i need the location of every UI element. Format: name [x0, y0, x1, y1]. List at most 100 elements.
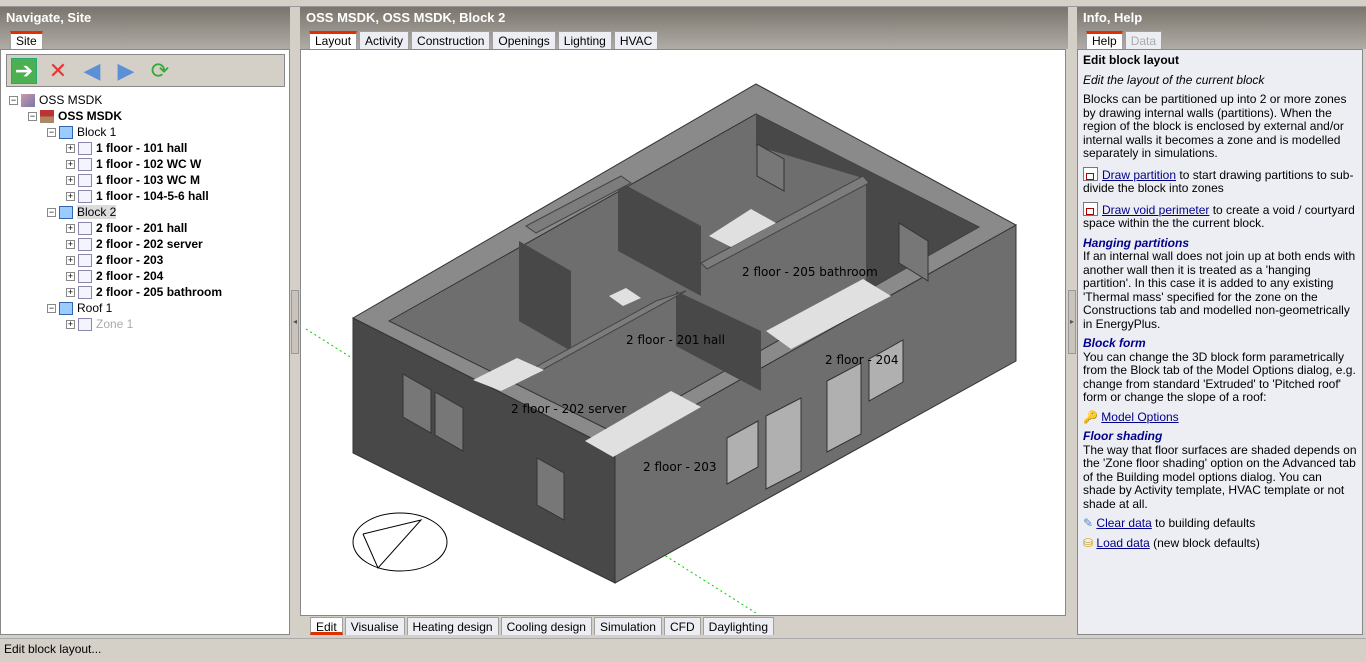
- zone-label[interactable]: 2 floor - 205 bathroom: [742, 265, 878, 279]
- expand-toggle[interactable]: +: [66, 271, 75, 281]
- info-panel-header: Info, Help Help Data: [1077, 7, 1366, 49]
- zone-icon: [78, 285, 92, 299]
- 3d-view[interactable]: 2 floor - 205 bathroom 2 floor - 201 hal…: [300, 49, 1066, 616]
- tree-node[interactable]: − OSS MSDK: [9, 92, 222, 108]
- zone-label[interactable]: 2 floor - 201 hall: [626, 333, 725, 347]
- tab-heating-design[interactable]: Heating design: [406, 617, 499, 635]
- tree-node[interactable]: +1 floor - 103 WC M: [9, 172, 222, 188]
- tab-cfd[interactable]: CFD: [663, 617, 701, 635]
- draw-void-icon: [1083, 201, 1098, 216]
- load-data-link[interactable]: Load data: [1096, 536, 1149, 550]
- load-data-icon: ⛁: [1083, 535, 1094, 550]
- draw-void-link[interactable]: Draw void perimeter: [1102, 203, 1209, 217]
- tree-node-label: 2 floor - 204: [96, 269, 164, 283]
- hanging-heading: Hanging partitions: [1083, 235, 1189, 250]
- expand-toggle[interactable]: +: [66, 159, 75, 169]
- tree-node[interactable]: +1 floor - 104-5-6 hall: [9, 188, 222, 204]
- tree-node[interactable]: − Block 2: [9, 204, 222, 220]
- expand-toggle[interactable]: −: [47, 127, 56, 137]
- tab-cooling-design[interactable]: Cooling design: [500, 617, 592, 635]
- expand-toggle[interactable]: +: [66, 239, 75, 249]
- expand-toggle[interactable]: +: [66, 287, 75, 297]
- zone-icon: [78, 253, 92, 267]
- tree-node[interactable]: +2 floor - 204: [9, 268, 222, 284]
- tab-site[interactable]: Site: [10, 31, 43, 49]
- tree-node[interactable]: +1 floor - 101 hall: [9, 140, 222, 156]
- tree-node[interactable]: + Zone 1: [9, 316, 222, 332]
- collapse-left-handle[interactable]: ◂: [291, 290, 299, 354]
- tree-node[interactable]: +2 floor - 201 hall: [9, 220, 222, 236]
- tab-data[interactable]: Data: [1124, 31, 1163, 49]
- zone-label[interactable]: 2 floor - 204: [825, 353, 899, 367]
- tree-node-label: 1 floor - 101 hall: [96, 141, 188, 155]
- clear-data-link[interactable]: Clear data: [1096, 516, 1151, 530]
- expand-toggle[interactable]: −: [47, 303, 56, 313]
- expand-toggle[interactable]: +: [66, 255, 75, 265]
- forward-arrow-icon[interactable]: ▶: [113, 58, 139, 84]
- key-icon: 🔑: [1083, 409, 1098, 424]
- tree-node[interactable]: − Roof 1: [9, 300, 222, 316]
- bottom-tabs: Edit Visualise Heating design Cooling desig…: [310, 617, 775, 635]
- tree-node[interactable]: +2 floor - 203: [9, 252, 222, 268]
- hanging-text: If an internal wall does not join up at …: [1083, 249, 1356, 331]
- tree-node-label: 1 floor - 104-5-6 hall: [96, 189, 209, 203]
- collapse-right-handle[interactable]: ▸: [1068, 290, 1076, 354]
- tree-node-label: Roof 1: [77, 301, 113, 315]
- zone-label[interactable]: 2 floor - 202 server: [511, 402, 626, 416]
- refresh-icon[interactable]: ⟳: [147, 58, 173, 84]
- site-icon: [21, 93, 35, 107]
- floor-heading: Floor shading: [1083, 429, 1163, 443]
- expand-toggle[interactable]: −: [28, 111, 37, 121]
- panel-title: OSS MSDK, OSS MSDK, Block 2: [306, 10, 506, 25]
- center-panel-header: OSS MSDK, OSS MSDK, Block 2 Layout Activi…: [300, 7, 1068, 49]
- zone-icon: [78, 173, 92, 187]
- block-icon: [59, 301, 73, 315]
- zone-icon: [78, 141, 92, 155]
- tree-node[interactable]: +1 floor - 102 WC W: [9, 156, 222, 172]
- help-panel: Edit block layout Edit the layout of the…: [1077, 49, 1363, 635]
- tab-edit[interactable]: Edit: [310, 617, 343, 635]
- tab-help[interactable]: Help: [1086, 31, 1123, 49]
- blockform-text: You can change the 3D block form paramet…: [1083, 349, 1356, 404]
- blockform-heading: Block form: [1083, 336, 1146, 350]
- compass-needle: [362, 519, 423, 569]
- tree-node-label: 2 floor - 201 hall: [96, 221, 188, 235]
- status-text: Edit block layout...: [4, 642, 102, 656]
- expand-toggle[interactable]: −: [9, 95, 18, 105]
- back-arrow-icon[interactable]: ◀: [79, 58, 105, 84]
- tree-node-label: Zone 1: [96, 317, 134, 331]
- tab-construction[interactable]: Construction: [411, 31, 491, 49]
- panel-title: Navigate, Site: [6, 10, 92, 25]
- tree-node[interactable]: +2 floor - 202 server: [9, 236, 222, 252]
- expand-toggle[interactable]: −: [47, 207, 56, 217]
- site-tree: − OSS MSDK − OSS MSDK − Block 1 +1 floor - 101…: [9, 92, 222, 332]
- tab-activity[interactable]: Activity: [359, 31, 410, 49]
- expand-toggle[interactable]: +: [66, 319, 75, 329]
- tab-hvac[interactable]: HVAC: [613, 31, 659, 49]
- expand-toggle[interactable]: +: [66, 175, 75, 185]
- draw-partition-link[interactable]: Draw partition: [1102, 168, 1176, 182]
- compass-icon: [352, 512, 448, 572]
- model-options-link[interactable]: Model Options: [1101, 410, 1178, 424]
- tree-node[interactable]: − OSS MSDK: [9, 108, 222, 124]
- expand-toggle[interactable]: +: [66, 223, 75, 233]
- navigate-panel-header: Navigate, Site Site: [0, 7, 290, 49]
- expand-toggle[interactable]: +: [66, 143, 75, 153]
- tab-openings[interactable]: Openings: [492, 31, 556, 49]
- tree-node-label: 2 floor - 202 server: [96, 237, 203, 251]
- help-heading: Edit block layout: [1083, 53, 1180, 67]
- zone-label[interactable]: 2 floor - 203: [643, 460, 717, 474]
- tab-simulation[interactable]: Simulation: [593, 617, 662, 635]
- zone-icon: [78, 189, 92, 203]
- building-model[interactable]: 2 floor - 205 bathroom 2 floor - 201 hal…: [301, 50, 1067, 617]
- tree-node-label: OSS MSDK: [58, 109, 123, 123]
- delete-document-icon[interactable]: ✕: [45, 58, 71, 84]
- tab-visualise[interactable]: Visualise: [344, 617, 405, 635]
- tree-node[interactable]: +2 floor - 205 bathroom: [9, 284, 222, 300]
- tab-layout[interactable]: Layout: [309, 31, 358, 49]
- go-arrow-icon[interactable]: ➔: [11, 57, 37, 84]
- expand-toggle[interactable]: +: [66, 191, 75, 201]
- tree-node[interactable]: − Block 1: [9, 124, 222, 140]
- tab-lighting[interactable]: Lighting: [557, 31, 612, 49]
- tab-daylighting[interactable]: Daylighting: [702, 617, 775, 635]
